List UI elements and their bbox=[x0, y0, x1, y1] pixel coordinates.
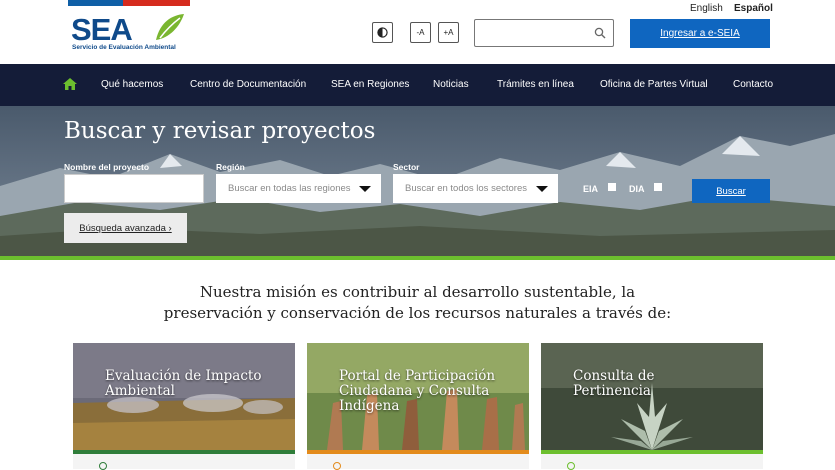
flag-bar bbox=[68, 0, 190, 6]
nav-noticias[interactable]: Noticias bbox=[433, 64, 469, 106]
project-name-input[interactable] bbox=[64, 174, 204, 203]
font-increase-button[interactable]: +A bbox=[438, 22, 459, 43]
hero-title: Buscar y revisar proyectos bbox=[64, 118, 376, 144]
mission-statement: Nuestra misión es contribuir al desarrol… bbox=[0, 282, 835, 324]
region-select[interactable]: Buscar en todas las regiones bbox=[216, 174, 381, 203]
search-icon[interactable] bbox=[594, 27, 606, 39]
sector-select-value: Buscar en todos los sectores bbox=[405, 183, 527, 194]
nav-tramites[interactable]: Trámites en línea bbox=[497, 64, 574, 106]
main-nav: Qué hacemos Centro de Documentación SEA … bbox=[0, 64, 835, 106]
lang-english[interactable]: English bbox=[690, 3, 723, 14]
dia-checkbox[interactable] bbox=[654, 183, 662, 191]
sector-label: Sector bbox=[393, 162, 420, 172]
card-pertinencia[interactable]: Consulta de Pertinencia bbox=[541, 343, 763, 450]
nav-oficina-partes[interactable]: Oficina de Partes Virtual bbox=[600, 64, 708, 106]
advanced-search-link[interactable]: Búsqueda avanzada › bbox=[64, 213, 187, 243]
mission-line-1: Nuestra misión es contribuir al desarrol… bbox=[199, 283, 636, 301]
lang-espanol[interactable]: Español bbox=[734, 3, 773, 14]
project-name-label: Nombre del proyecto bbox=[64, 162, 150, 172]
eia-checkbox[interactable] bbox=[608, 183, 616, 191]
region-label: Región bbox=[216, 162, 245, 172]
eia-label: EIA bbox=[583, 184, 599, 194]
site-search-input[interactable] bbox=[474, 19, 614, 47]
logo-wordmark: SEA bbox=[71, 12, 132, 47]
chevron-down-icon bbox=[536, 186, 548, 192]
nav-contacto[interactable]: Contacto bbox=[733, 64, 773, 106]
nav-sea-regiones[interactable]: SEA en Regiones bbox=[331, 64, 409, 106]
home-icon[interactable] bbox=[62, 77, 78, 91]
contrast-button[interactable] bbox=[372, 22, 393, 43]
contrast-icon bbox=[377, 27, 388, 38]
card-footer bbox=[73, 454, 295, 470]
card-footer bbox=[307, 454, 529, 470]
card-participacion[interactable]: Portal de Participación Ciudadana y Cons… bbox=[307, 343, 529, 450]
card-title: Consulta de Pertinencia bbox=[573, 368, 655, 399]
logo-subtitle: Servicio de Evaluación Ambiental bbox=[72, 44, 176, 51]
eseia-login-button[interactable]: Ingresar a e-SEIA bbox=[630, 19, 770, 48]
card-footer bbox=[541, 454, 763, 470]
mission-line-2: preservación y conservación de los recur… bbox=[163, 304, 672, 322]
card-title: Portal de Participación Ciudadana y Cons… bbox=[339, 368, 496, 414]
nav-que-hacemos[interactable]: Qué hacemos bbox=[101, 64, 163, 106]
region-select-value: Buscar en todas las regiones bbox=[228, 183, 351, 194]
sector-select[interactable]: Buscar en todos los sectores bbox=[393, 174, 558, 203]
card-title: Evaluación de Impacto Ambiental bbox=[105, 368, 262, 399]
dia-label: DIA bbox=[629, 184, 645, 194]
nav-centro-documentacion[interactable]: Centro de Documentación bbox=[190, 64, 306, 106]
font-decrease-button[interactable]: -A bbox=[410, 22, 431, 43]
hero-divider bbox=[0, 256, 835, 260]
chevron-down-icon bbox=[359, 186, 371, 192]
card-evaluacion[interactable]: Evaluación de Impacto Ambiental bbox=[73, 343, 295, 450]
search-button[interactable]: Buscar bbox=[692, 179, 770, 203]
